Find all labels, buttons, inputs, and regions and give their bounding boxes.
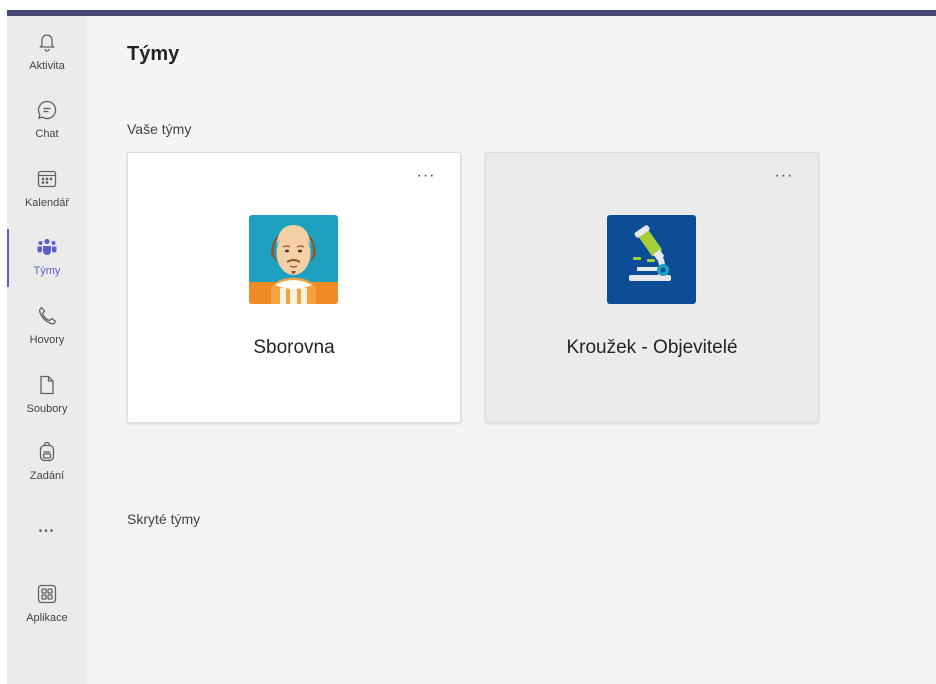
hidden-teams-heading[interactable]: Skryté týmy [127,511,200,527]
nav-label: Aktivita [29,60,65,72]
team-card-sborovna[interactable]: ··· Sborovna [127,152,461,423]
nav-item-soubory[interactable]: Soubory [7,367,87,429]
calendar-icon [35,167,59,191]
teams-icon [35,235,59,259]
apps-icon [35,582,59,606]
nav-item-kalendar[interactable]: Kalendář [7,161,87,223]
more-apps-button[interactable]: ••• [7,516,87,552]
microscope-avatar [607,215,696,304]
chat-icon [35,98,59,122]
phone-icon [35,304,59,328]
nav-item-aplikace[interactable]: Aplikace [7,576,87,638]
nav-label: Zadání [29,470,65,482]
your-teams-heading: Vaše týmy [127,121,192,137]
nav-item-chat[interactable]: Chat [7,92,87,154]
nav-label: Aplikace [26,612,68,624]
teams-view: Týmy Vaše týmy ··· Sborovna ··· Kroužek … [87,16,936,684]
team-name: Kroužek - Objevitelé [566,337,738,358]
nav-item-zadani[interactable]: Zadání [7,434,87,496]
team-name: Sborovna [253,337,335,358]
nav-label: Chat [35,128,59,140]
team-more-options-button[interactable]: ··· [772,168,796,187]
team-more-options-button[interactable]: ··· [414,168,438,187]
nav-label: Hovory [29,334,65,346]
nav-label: Týmy [33,265,61,277]
page-title: Týmy [127,43,180,65]
nav-label: Kalendář [24,197,70,209]
shakespeare-avatar [249,215,338,304]
teams-app-window: Aktivita Chat Kalendář Týmy Hovory Soubo… [0,0,936,684]
file-icon [35,373,59,397]
nav-item-tymy[interactable]: Týmy [7,229,87,291]
app-bar: Aktivita Chat Kalendář Týmy Hovory Soubo… [7,16,87,684]
nav-item-hovory[interactable]: Hovory [7,298,87,360]
team-card-krouzek-objevitele[interactable]: ··· Kroužek - Objevitelé [485,152,819,423]
backpack-icon [35,440,59,464]
more-icon: ••• [38,526,56,537]
nav-label: Soubory [26,403,68,415]
bell-icon [35,30,59,54]
nav-item-aktivita[interactable]: Aktivita [7,24,87,86]
